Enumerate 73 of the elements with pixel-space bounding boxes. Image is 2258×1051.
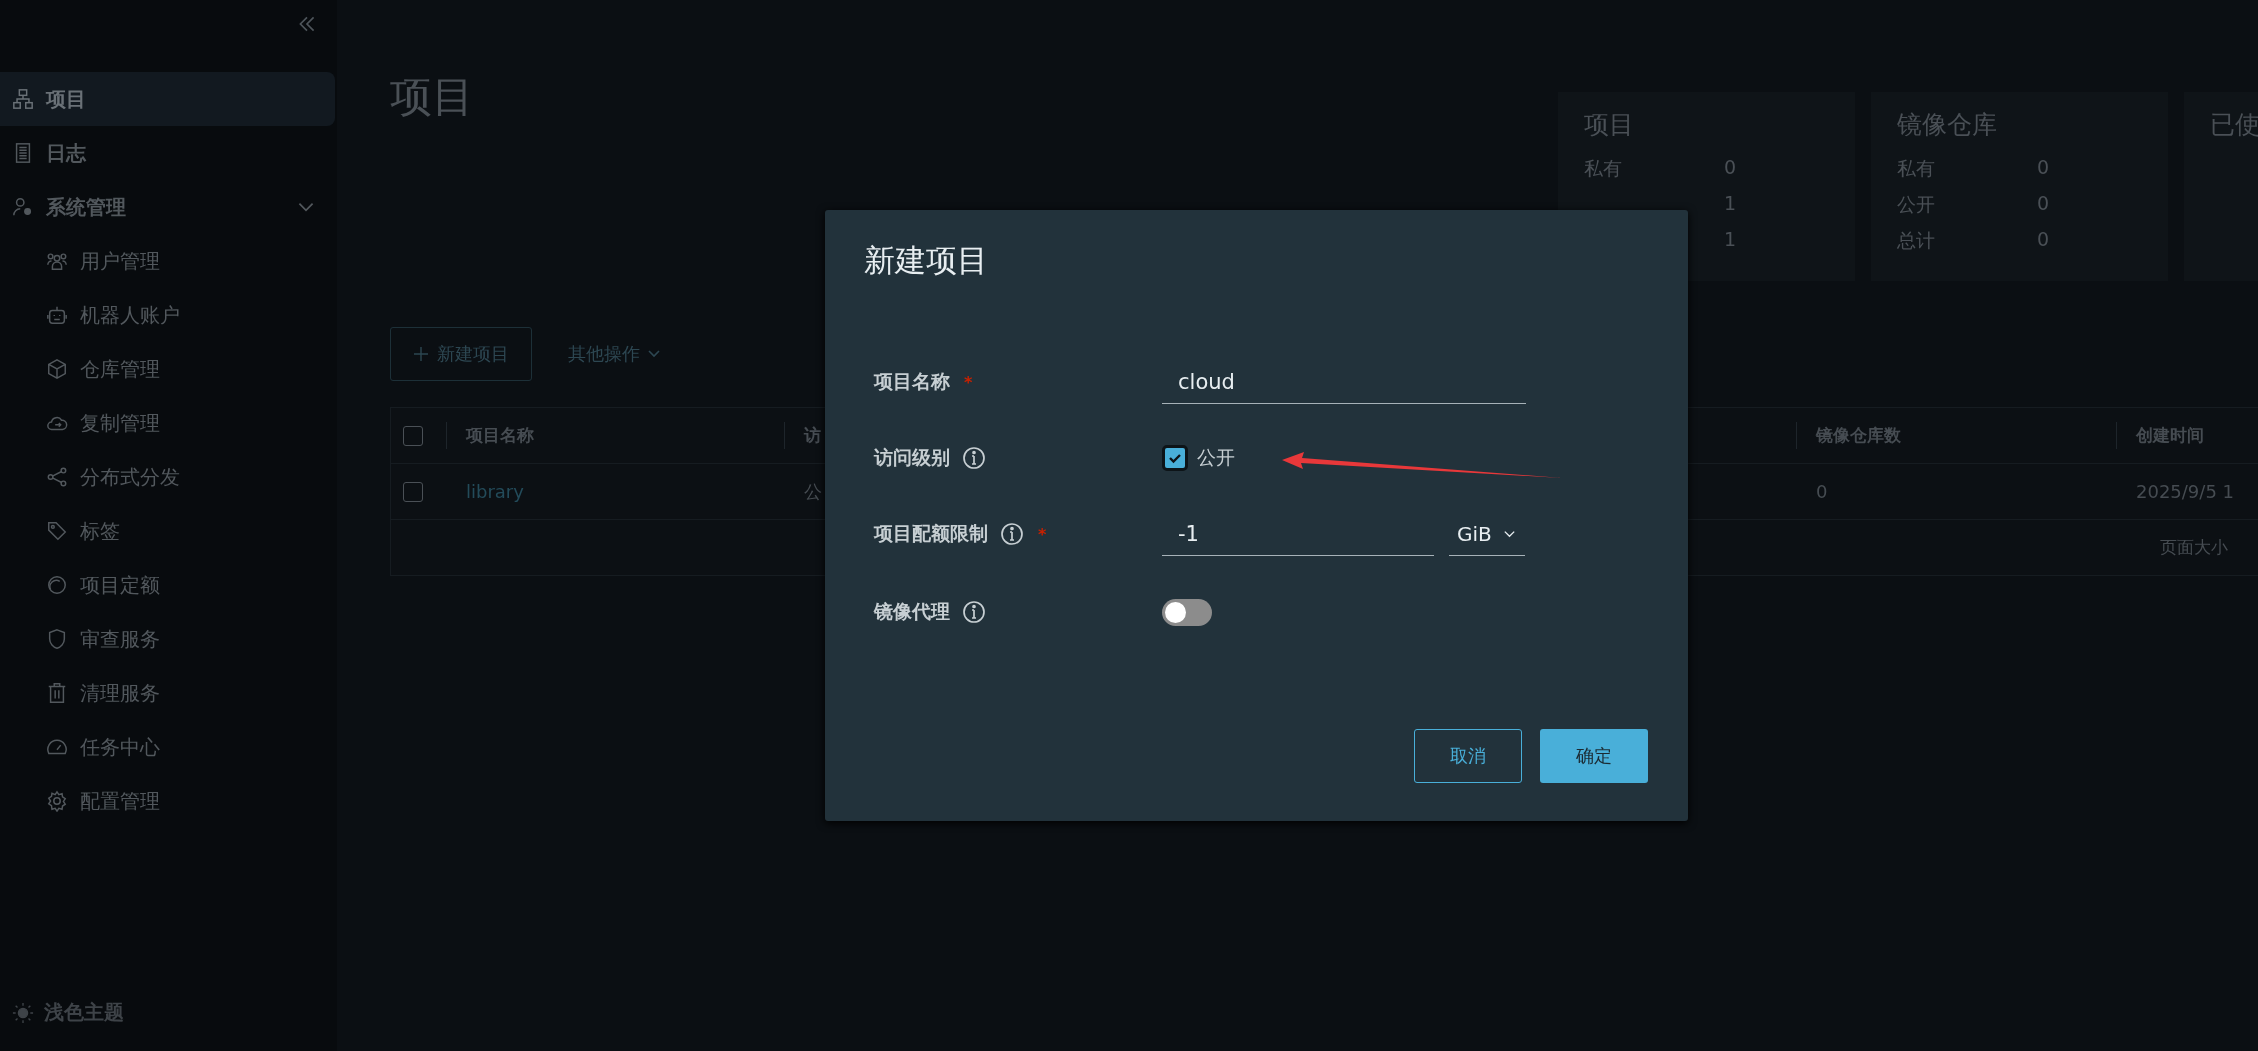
table-cell: 2025/9/5 1 — [2136, 481, 2234, 502]
field-label: 镜像代理 — [874, 599, 950, 624]
nav-item[interactable]: 审查服务 — [0, 612, 335, 666]
info-icon[interactable] — [962, 446, 986, 470]
checkbox[interactable] — [403, 425, 423, 446]
column-header: 项目名称 — [466, 424, 534, 447]
card-title: 镜像仓库 — [1897, 109, 1998, 141]
checkbox-label: 公开 — [1197, 445, 1235, 470]
user-gear-icon — [12, 196, 34, 218]
nav-item[interactable]: 任务中心 — [0, 720, 335, 774]
cancel-button[interactable]: 取消 — [1414, 729, 1522, 783]
checkbox[interactable] — [403, 481, 423, 502]
sun-icon — [12, 1001, 34, 1024]
field-label: 访问级别 — [874, 445, 950, 470]
nav-item[interactable]: 用户管理 — [0, 234, 335, 288]
column-header: 访 — [804, 424, 821, 447]
required-mark: * — [1038, 524, 1047, 544]
card-title: 已使 — [2210, 109, 2258, 141]
info-icon[interactable] — [1000, 522, 1024, 546]
stat-value: 0 — [1724, 156, 1737, 178]
nav-item[interactable]: 标签 — [0, 504, 335, 558]
dialog-title: 新建项目 — [864, 241, 989, 280]
card-title: 项目 — [1584, 109, 1635, 141]
page-size-label: 页面大小 — [2160, 536, 2228, 559]
input-field[interactable]: cloud — [1162, 360, 1526, 404]
confirm-button[interactable]: 确定 — [1540, 729, 1648, 783]
stat-value: 1 — [1724, 228, 1737, 250]
trash-icon — [46, 682, 68, 704]
stat-value: 1 — [1724, 192, 1737, 214]
nav-item[interactable]: 项目定额 — [0, 558, 335, 612]
plus-icon — [413, 346, 429, 362]
stat-value: 0 — [2037, 156, 2050, 178]
hierarchy-icon — [12, 88, 34, 110]
column-header: 创建时间 — [2136, 424, 2204, 447]
nav-item[interactable]: 日志 — [0, 126, 335, 180]
nav-item[interactable]: 系统管理 — [0, 180, 335, 234]
shield-icon — [46, 628, 68, 650]
share-icon — [46, 466, 68, 488]
input-field[interactable]: -1 — [1162, 512, 1434, 556]
gear-icon — [46, 790, 68, 812]
info-icon[interactable] — [962, 600, 986, 624]
pie-icon — [46, 574, 68, 596]
nav-item[interactable]: 仓库管理 — [0, 342, 335, 396]
page-title: 项目 — [390, 76, 475, 118]
nav-item[interactable]: 项目 — [0, 72, 335, 126]
required-mark: * — [964, 372, 973, 392]
stat-label: 公开 — [1897, 192, 1936, 214]
nav-item[interactable]: 机器人账户 — [0, 288, 335, 342]
toggle-switch[interactable] — [1162, 598, 1212, 626]
column-header: 镜像仓库数 — [1816, 424, 1901, 447]
tag-icon — [46, 520, 68, 542]
stat-label: 私有 — [1897, 156, 1936, 178]
nav-item[interactable]: 分布式分发 — [0, 450, 335, 504]
nav-item[interactable]: 清理服务 — [0, 666, 335, 720]
more-actions-button[interactable]: 其他操作 — [550, 334, 680, 374]
field-label: 项目配额限制 — [874, 521, 988, 546]
stat-label: 私有 — [1584, 156, 1623, 178]
table-cell: 公 — [804, 479, 822, 504]
theme-toggle[interactable]: 浅色主题 — [0, 999, 124, 1026]
checkbox[interactable] — [1162, 445, 1188, 471]
users-icon — [46, 250, 68, 272]
stat-label: 总计 — [1897, 228, 1936, 250]
robot-icon — [46, 304, 68, 326]
cube-icon — [46, 358, 68, 380]
new-project-button[interactable]: 新建项目 — [390, 327, 532, 381]
project-link[interactable]: library — [466, 481, 524, 502]
table-cell: 0 — [1816, 481, 1828, 502]
nav-item[interactable]: 复制管理 — [0, 396, 335, 450]
field-label: 项目名称 — [874, 369, 950, 394]
stat-value: 0 — [2037, 228, 2050, 250]
stat-value: 0 — [2037, 192, 2050, 214]
nav-item[interactable]: 配置管理 — [0, 774, 335, 828]
unit-select[interactable]: GiB — [1449, 512, 1525, 556]
